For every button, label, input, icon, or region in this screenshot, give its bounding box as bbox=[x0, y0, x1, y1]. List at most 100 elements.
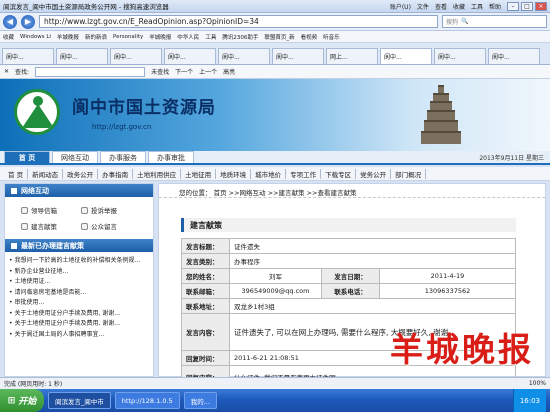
highlight-button[interactable]: 高亮 bbox=[223, 67, 235, 76]
browser-tab[interactable]: 阆中... bbox=[56, 48, 108, 64]
message-icon bbox=[81, 222, 88, 230]
browser-tab[interactable]: 阆中... bbox=[164, 48, 216, 64]
subnav-item[interactable]: 专项工作 bbox=[286, 168, 322, 179]
link-leader-mailbox[interactable]: 领导信箱 bbox=[21, 205, 77, 215]
list-item[interactable]: • 关于土地使用证分户手续及费用, 谢谢... bbox=[9, 309, 149, 320]
search-box[interactable]: 搜狗 🔍 bbox=[442, 15, 547, 28]
find-prev-button[interactable]: 上一个 bbox=[199, 67, 217, 76]
link-complaint[interactable]: 投诉举报 bbox=[81, 205, 137, 215]
url-input[interactable]: http://www.lzgt.gov.cn/E_ReadOpinion.asp… bbox=[39, 15, 438, 28]
subnav-item[interactable]: 下载专区 bbox=[321, 168, 357, 179]
favorite-item[interactable]: 联盟首页_新 bbox=[264, 33, 294, 41]
subnav-item[interactable]: 首 页 bbox=[4, 168, 29, 179]
favorite-item[interactable]: 看视频 bbox=[301, 33, 318, 41]
start-button[interactable]: ⊞ 开始 bbox=[0, 389, 44, 412]
favorite-item[interactable]: Windows Li bbox=[20, 34, 51, 40]
windows-logo-icon: ⊞ bbox=[7, 395, 16, 406]
report-icon bbox=[81, 206, 88, 214]
clock[interactable]: 16:03 bbox=[520, 397, 540, 405]
menu-item-view[interactable]: 查看 bbox=[435, 2, 447, 11]
taskbar-item[interactable]: http://128.1.0.5 bbox=[114, 392, 180, 409]
value-email: 396549009@qq.com bbox=[229, 283, 322, 299]
nav-tab-interaction[interactable]: 网络互动 bbox=[52, 151, 98, 163]
find-bar: ✕ 查找: 未查找 下一个 上一个 高亮 bbox=[0, 65, 550, 79]
favorites-bar: 收藏 Windows Li 羊城晚报 新的新浪 Personality 羊城晚报… bbox=[0, 31, 550, 43]
list-item[interactable]: • 土地使用证... bbox=[9, 277, 149, 288]
status-bar: 完成 (网页用时: 1 秒) 100% bbox=[0, 377, 550, 389]
nav-tab-service[interactable]: 办事服务 bbox=[100, 151, 146, 163]
favorite-item[interactable]: 收藏 bbox=[3, 33, 14, 41]
list-item[interactable]: • 审批使用... bbox=[9, 298, 149, 309]
label-address: 联系地址： bbox=[181, 298, 230, 314]
subnav-item[interactable]: 部门概况 bbox=[391, 168, 427, 179]
browser-tab[interactable]: 阆中... bbox=[272, 48, 324, 64]
browser-tab[interactable]: 网上... bbox=[326, 48, 378, 64]
table-row: 发言标题： 证件遗失 bbox=[181, 238, 516, 254]
maximize-icon[interactable]: □ bbox=[521, 1, 533, 11]
favorite-item[interactable]: 新的新浪 bbox=[85, 33, 107, 41]
search-icon[interactable]: 🔍 bbox=[461, 18, 468, 25]
close-icon[interactable]: ✕ bbox=[4, 68, 9, 75]
nav-tab-approval[interactable]: 办事审批 bbox=[148, 151, 194, 163]
menu-item-favorites[interactable]: 收藏 bbox=[453, 2, 465, 11]
minimize-icon[interactable]: – bbox=[507, 1, 519, 11]
window-title: 阆滨发言_阆中市国土资源局政务公开网 - 搜狗高速浏览器 bbox=[3, 3, 169, 11]
taskbar-item[interactable]: 我的... bbox=[183, 392, 217, 409]
browser-tab[interactable]: 阆中... bbox=[218, 48, 270, 64]
zoom-level[interactable]: 100% bbox=[529, 380, 546, 387]
subnav-item[interactable]: 党务公开 bbox=[356, 168, 392, 179]
subnav-item[interactable]: 土地征用 bbox=[181, 168, 217, 179]
latest-header: 最新已办理建言献策 bbox=[5, 239, 153, 252]
list-item[interactable]: • 关于阆迁国土局的人事招聘事宜... bbox=[9, 330, 149, 341]
favorite-item[interactable]: 听音乐 bbox=[323, 33, 340, 41]
subnav-item[interactable]: 政务公开 bbox=[63, 168, 99, 179]
find-next-button[interactable]: 下一个 bbox=[175, 67, 193, 76]
browser-tab[interactable]: 阆中... bbox=[2, 48, 54, 64]
main-nav: 首 页 网络互动 办事服务 办事审批 2013年9月11日 星期三 bbox=[0, 151, 550, 165]
label-reply-time: 回复时间： bbox=[181, 350, 230, 366]
list-item[interactable]: • 新办企业营业征地... bbox=[9, 267, 149, 278]
taskbar-item[interactable]: 阆滨发言_阆中市 bbox=[48, 392, 111, 409]
menu-item-account[interactable]: 账户(U) bbox=[390, 2, 411, 11]
menu-item-file[interactable]: 文件 bbox=[417, 2, 429, 11]
menu-item-tools[interactable]: 工具 bbox=[471, 2, 483, 11]
browser-tab[interactable]: 阆中... bbox=[110, 48, 162, 64]
subnav-item[interactable]: 地质环境 bbox=[216, 168, 252, 179]
favorite-item[interactable]: Personality bbox=[113, 34, 143, 40]
favorite-item[interactable]: 中华人民 bbox=[177, 33, 199, 41]
favorite-item[interactable]: 羊城晚报 bbox=[149, 33, 171, 41]
pagoda-image bbox=[418, 85, 464, 151]
favorite-item[interactable]: 腾讯2306助手 bbox=[222, 33, 258, 41]
favorite-item[interactable]: 工具 bbox=[205, 33, 216, 41]
link-public-message[interactable]: 公众留言 bbox=[81, 221, 137, 231]
menu-item-help[interactable]: 帮助 bbox=[489, 2, 501, 11]
value-address: 双龙乡1村3组 bbox=[229, 298, 516, 314]
browser-menu: 账户(U) 文件 查看 收藏 工具 帮助 bbox=[390, 2, 501, 11]
table-row: 您的姓名： 刘军 发言日期： 2011-4-19 bbox=[181, 268, 516, 284]
find-input[interactable] bbox=[35, 66, 146, 77]
subnav-item[interactable]: 土地利用供应 bbox=[133, 168, 182, 179]
find-label: 查找: bbox=[15, 69, 30, 76]
close-icon[interactable]: × bbox=[535, 1, 547, 11]
browser-tab-active[interactable]: 阆中... bbox=[380, 48, 432, 64]
subnav-item[interactable]: 城市地价 bbox=[251, 168, 287, 179]
browser-tab[interactable]: 阆中... bbox=[434, 48, 486, 64]
list-item[interactable]: • 我想问一下於高的土地征收的补偿相关条例规... bbox=[9, 256, 149, 267]
square-icon bbox=[11, 187, 17, 194]
list-item[interactable]: • 关于土地使用证分户手续及费用, 谢谢... bbox=[9, 319, 149, 330]
nav-tab-home[interactable]: 首 页 bbox=[4, 151, 50, 163]
back-button[interactable]: ◀ bbox=[3, 14, 17, 29]
browser-tab[interactable]: 阆中... bbox=[488, 48, 540, 64]
label-name: 您的姓名： bbox=[181, 268, 230, 284]
system-tray: 16:03 bbox=[512, 389, 546, 412]
site-banner: 阆中市国土资源局 http://lzgt.gov.cn bbox=[0, 79, 550, 151]
subnav-item[interactable]: 新闻动态 bbox=[28, 168, 64, 179]
sub-nav: 首 页 新闻动态 政务公开 办事指南 土地利用供应 土地征用 地质环境 城市地价… bbox=[0, 167, 550, 181]
link-suggestion[interactable]: 建言献策 bbox=[21, 221, 77, 231]
forward-button[interactable]: ▶ bbox=[21, 14, 35, 29]
favorite-item[interactable]: 羊城晚报 bbox=[57, 33, 79, 41]
list-item[interactable]: • 请问临息房宅基地是否能... bbox=[9, 288, 149, 299]
site-name: 阆中市国土资源局 bbox=[72, 98, 216, 118]
subnav-item[interactable]: 办事指南 bbox=[98, 168, 134, 179]
interaction-title: 网络互动 bbox=[21, 186, 49, 195]
